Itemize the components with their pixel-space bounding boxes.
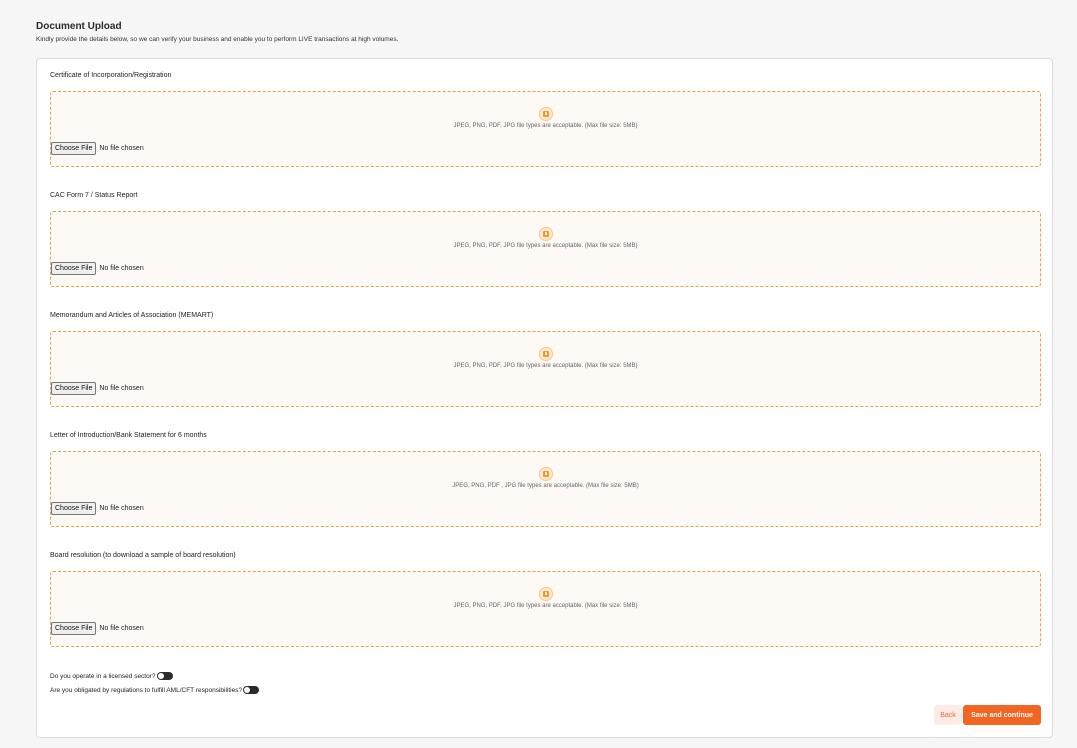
aml-cft-question: Are you obligated by regulations to fulf… [50, 686, 260, 694]
upload-file-icon [539, 467, 553, 481]
file-input: Choose File No file chosen [51, 382, 144, 395]
file-input: Choose File No file chosen [51, 262, 144, 275]
choose-file-button[interactable]: Choose File [51, 142, 97, 155]
page-header: Document Upload Kindly provide the detai… [36, 21, 398, 43]
upload-file-icon [539, 107, 553, 121]
file-type-hint: JPEG, PNG, PDF, JPG file types are accep… [453, 363, 638, 369]
file-type-hint: JPEG, PNG, PDF, JPG file types are accep… [453, 123, 638, 129]
back-button[interactable]: Back [934, 705, 962, 725]
section-label: CAC Form 7 / Status Report [50, 192, 138, 199]
file-status: No file chosen [99, 145, 144, 152]
choose-file-button[interactable]: Choose File [51, 622, 97, 635]
licensed-sector-question: Do you operate in a licensed sector? [50, 672, 173, 680]
section-label: Certificate of Incorporation/Registratio… [50, 72, 172, 79]
question-label: Do you operate in a licensed sector? [50, 672, 156, 680]
file-status: No file chosen [99, 505, 144, 512]
file-input: Choose File No file chosen [51, 142, 144, 155]
file-status: No file chosen [99, 625, 144, 632]
dropzone[interactable]: JPEG, PNG, PDF , JPG file types are acce… [50, 451, 1041, 527]
dropzone[interactable]: JPEG, PNG, PDF, JPG file types are accep… [50, 331, 1041, 407]
upload-file-icon [539, 227, 553, 241]
file-type-hint: JPEG, PNG, PDF, JPG file types are accep… [453, 603, 638, 609]
upload-file-icon [539, 347, 553, 361]
choose-file-button[interactable]: Choose File [51, 502, 97, 515]
upload-form-card: Certificate of Incorporation/Registratio… [36, 58, 1053, 738]
upload-file-icon [539, 587, 553, 601]
choose-file-button[interactable]: Choose File [51, 382, 97, 395]
licensed-sector-toggle[interactable] [156, 672, 173, 680]
page-subtitle: Kindly provide the details below, so we … [36, 36, 399, 43]
dropzone[interactable]: JPEG, PNG, PDF, JPG file types are accep… [50, 211, 1041, 287]
file-input: Choose File No file chosen [51, 502, 144, 515]
file-type-hint: JPEG, PNG, PDF , JPG file types are acce… [452, 483, 639, 489]
file-status: No file chosen [99, 385, 144, 392]
page-title: Document Upload [36, 21, 122, 32]
file-status: No file chosen [99, 265, 144, 272]
file-type-hint: JPEG, PNG, PDF, JPG file types are accep… [453, 243, 638, 249]
dropzone[interactable]: JPEG, PNG, PDF, JPG file types are accep… [50, 571, 1041, 647]
aml-cft-toggle[interactable] [243, 686, 260, 694]
section-label: Memorandum and Articles of Association (… [50, 312, 214, 319]
section-label: Letter of Introduction/Bank Statement fo… [50, 432, 207, 439]
file-input: Choose File No file chosen [51, 622, 144, 635]
choose-file-button[interactable]: Choose File [51, 262, 97, 275]
section-label[interactable]: Board resolution (to download a sample o… [50, 552, 236, 559]
question-label: Are you obligated by regulations to fulf… [50, 686, 243, 694]
dropzone[interactable]: JPEG, PNG, PDF, JPG file types are accep… [50, 91, 1041, 167]
save-and-continue-button[interactable]: Save and continue [963, 705, 1041, 725]
